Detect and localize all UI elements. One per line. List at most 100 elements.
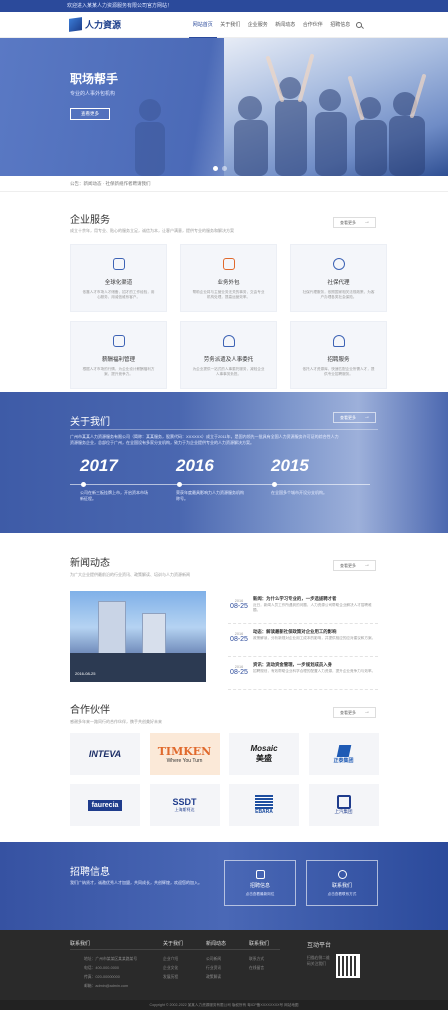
partner-logo-text: EBARA <box>255 809 273 815</box>
recruit-contact-box[interactable]: 联系我们 点击查看联系方式 <box>306 860 378 906</box>
recruit-box-title: 招聘信息 <box>249 883 270 889</box>
footer-link[interactable]: 联系方式 <box>249 955 264 964</box>
hero-more-button[interactable]: 查看更多 <box>70 108 110 120</box>
footer-link[interactable]: 行业资讯 <box>206 964 221 973</box>
briefcase-icon <box>222 258 235 270</box>
ebara-stripes-icon <box>255 795 273 809</box>
nav-item-about[interactable]: 关于我们 <box>217 12 245 38</box>
partner-logo[interactable]: SSDT 上海斯柯达 <box>149 784 220 826</box>
nav-item-home[interactable]: 网站首页 <box>189 12 217 38</box>
services-grid: 全球化渠道 依靠人才市场人才储备，招才的工作经验，用心服务，用诚信维系客户。 业… <box>70 244 387 389</box>
about-text: 广州市某某人力资源服务有限公司（简称：某某服务，股票代码：XXXXXX）成立于2… <box>70 434 339 445</box>
chint-emblem-icon <box>336 744 351 757</box>
footer-col-list: 公司新闻 行业资讯 政策解读 <box>206 955 221 982</box>
nav-item-partners[interactable]: 合作伙伴 <box>299 12 327 38</box>
partner-logo[interactable]: 上汽集团 <box>308 784 379 826</box>
footer-col-title: 关于我们 <box>163 941 184 947</box>
service-card[interactable]: 劳务派遣及人事委托 为企业提供一站式的人事委托服务，减轻企业人事事务负担。 <box>180 321 277 389</box>
search-icon[interactable] <box>356 22 362 28</box>
briefcase-icon <box>255 870 265 879</box>
helmet-icon <box>222 335 235 347</box>
partner-logo-text: TIMKEN <box>157 744 212 758</box>
news-section: 新闻动态 为广大企业提供最前沿的行业资讯、政策解读、培训与人力资源新闻 查看更多… <box>0 533 448 698</box>
news-item[interactable]: 2016 08-25 新闻：为什么学习专业的，一步选拔聘才者 近日，新闻人员工作… <box>228 591 378 624</box>
news-more-button[interactable]: 查看更多 <box>333 560 376 571</box>
timeline-dot[interactable] <box>177 482 182 487</box>
partner-logo[interactable]: INTEVA <box>70 733 140 775</box>
footer-interact-title: 互动平台 <box>307 943 332 949</box>
partner-logo[interactable]: faurecia <box>70 784 140 826</box>
service-title: 招聘服务 <box>327 357 350 363</box>
news-headline[interactable]: 动态：解读最新社保政策对企业用工的影响 <box>253 629 378 635</box>
news-title: 新闻动态 <box>70 558 110 569</box>
footer-link[interactable]: 政策解读 <box>206 973 221 982</box>
service-card[interactable]: 全球化渠道 依靠人才市场人才储备，招才的工作经验，用心服务，用诚信维系客户。 <box>70 244 167 312</box>
news-feature-image[interactable]: 2016-08-25 <box>70 591 206 682</box>
partner-logo[interactable]: EBARA <box>229 784 299 826</box>
partner-logo-sub: 美盛 <box>256 754 272 763</box>
news-item[interactable]: 2016 08-25 资讯：流动资金管理，一步规划成员入身 招聘规划，有效帮助企… <box>228 657 378 690</box>
nav-item-recruit[interactable]: 招聘信息 <box>327 12 355 38</box>
footer-divider <box>70 949 280 950</box>
news-headline[interactable]: 新闻：为什么学习专业的，一步选拔聘才者 <box>253 596 378 602</box>
carousel-dots <box>213 166 227 171</box>
partner-logo[interactable]: Mosaic 美盛 <box>229 733 299 775</box>
milestone-desc: 在全国多个城市开设分支机构。 <box>271 490 327 495</box>
news-date: 2016 08-25 <box>228 632 250 643</box>
service-card[interactable]: 社保代理 社保代理服务，依照国家相关法规政策，为客户办理各类社会保险。 <box>290 244 387 312</box>
site-footer: 联系我们 地址：广州市某某区某某路某号 电话：400-000-0000 传真：0… <box>0 930 448 1000</box>
recruit-box-sub: 点击查看联系方式 <box>327 892 357 896</box>
milestone-year: 2015 <box>271 456 309 475</box>
partner-logo-sub: 上海斯柯达 <box>174 807 195 812</box>
services-more-button[interactable]: 查看更多 <box>333 217 376 228</box>
recruit-desc: 我们广纳贤才，诚邀优秀人才加盟，共同成长，共创辉煌，欢迎您的加入。 <box>70 880 202 885</box>
recruit-jobs-box[interactable]: 招聘信息 点击查看最新岗位 <box>224 860 296 906</box>
news-headline[interactable]: 资讯：流动资金管理，一步规划成员入身 <box>253 662 378 668</box>
about-divider <box>70 429 378 430</box>
site-logo[interactable]: 人力資源 <box>69 17 121 32</box>
carousel-dot-1[interactable] <box>213 166 218 171</box>
nav-item-news[interactable]: 新闻动态 <box>272 12 300 38</box>
milestone-year: 2017 <box>80 456 118 475</box>
street-shape <box>70 653 206 682</box>
footer-link[interactable]: 企业文化 <box>163 964 178 973</box>
carousel-dot-2[interactable] <box>222 166 227 171</box>
partners-more-button[interactable]: 查看更多 <box>333 707 376 718</box>
timeline-dot[interactable] <box>272 482 277 487</box>
service-card[interactable]: 薪酬福利管理 根据人才市场的行情，为企业设计薪酬福利方案，提升竞争力。 <box>70 321 167 389</box>
services-title: 企业服务 <box>70 215 110 226</box>
news-date: 2016 08-25 <box>228 599 250 610</box>
hero-banner: 职场帮手 专业的人事外包机构 查看更多 <box>0 38 448 176</box>
partners-section: 合作伙伴 感谢多年来一路同行的合作伙伴，携手共创美好未来 查看更多 INTEVA… <box>0 698 448 842</box>
partner-logo[interactable]: 正泰集团 <box>308 733 379 775</box>
qr-code-image <box>336 954 360 978</box>
news-month-day: 08-25 <box>230 603 248 610</box>
news-item[interactable]: 2016 08-25 动态：解读最新社保政策对企业用工的影响 政策解读，分析新规… <box>228 624 378 657</box>
footer-link[interactable]: 企业介绍 <box>163 955 178 964</box>
partner-logo-text: faurecia <box>87 799 123 811</box>
recruit-box-sub: 点击查看最新岗位 <box>245 892 275 896</box>
person-icon <box>332 335 345 347</box>
footer-link[interactable]: 发展历程 <box>163 973 178 982</box>
timeline-dot[interactable] <box>81 482 86 487</box>
footer-link[interactable]: 在线留言 <box>249 964 264 973</box>
news-list: 2016 08-25 新闻：为什么学习专业的，一步选拔聘才者 近日，新闻人员工作… <box>228 591 378 690</box>
partners-subtitle: 感谢多年来一路同行的合作伙伴，携手共创美好未来 <box>70 719 162 724</box>
hero-title: 职场帮手 <box>70 72 119 86</box>
partner-logo-text: INTEVA <box>88 749 122 759</box>
service-card[interactable]: 招聘服务 依托人才资源库，快速匹配企业所需人才，提供专业招聘服务。 <box>290 321 387 389</box>
nav-item-services[interactable]: 企业服务 <box>244 12 272 38</box>
footer-link[interactable]: 公司新闻 <box>206 955 221 964</box>
main-nav: 网站首页 关于我们 企业服务 新闻动态 合作伙伴 招聘信息 <box>189 12 354 38</box>
top-announcement-bar: 欢迎进入某某人力资源服务有限公司官方网站！ <box>0 0 448 12</box>
milestone-desc: 公司在新三板挂牌上市，开启资本市场新征程。 <box>80 490 148 501</box>
service-desc: 依靠人才市场人才储备，招才的工作经验，用心服务，用诚信维系客户。 <box>82 290 155 299</box>
about-more-button[interactable]: 查看更多 <box>333 412 376 423</box>
service-title: 社保代理 <box>327 280 350 286</box>
about-section: 关于我们 查看更多 广州市某某人力资源服务有限公司（简称：某某服务，股票代码：X… <box>0 392 448 533</box>
logo-mark-icon <box>69 17 82 32</box>
service-desc: 依托人才资源库，快速匹配企业所需人才，提供专业招聘服务。 <box>302 367 375 376</box>
partner-logo-text: Mosaic <box>250 744 278 753</box>
service-card[interactable]: 业务外包 帮助企业将与主营业务无关的事务，交由专业机构处理，提高运营效率。 <box>180 244 277 312</box>
partner-logo[interactable]: TIMKEN Where You Turn <box>149 733 220 775</box>
